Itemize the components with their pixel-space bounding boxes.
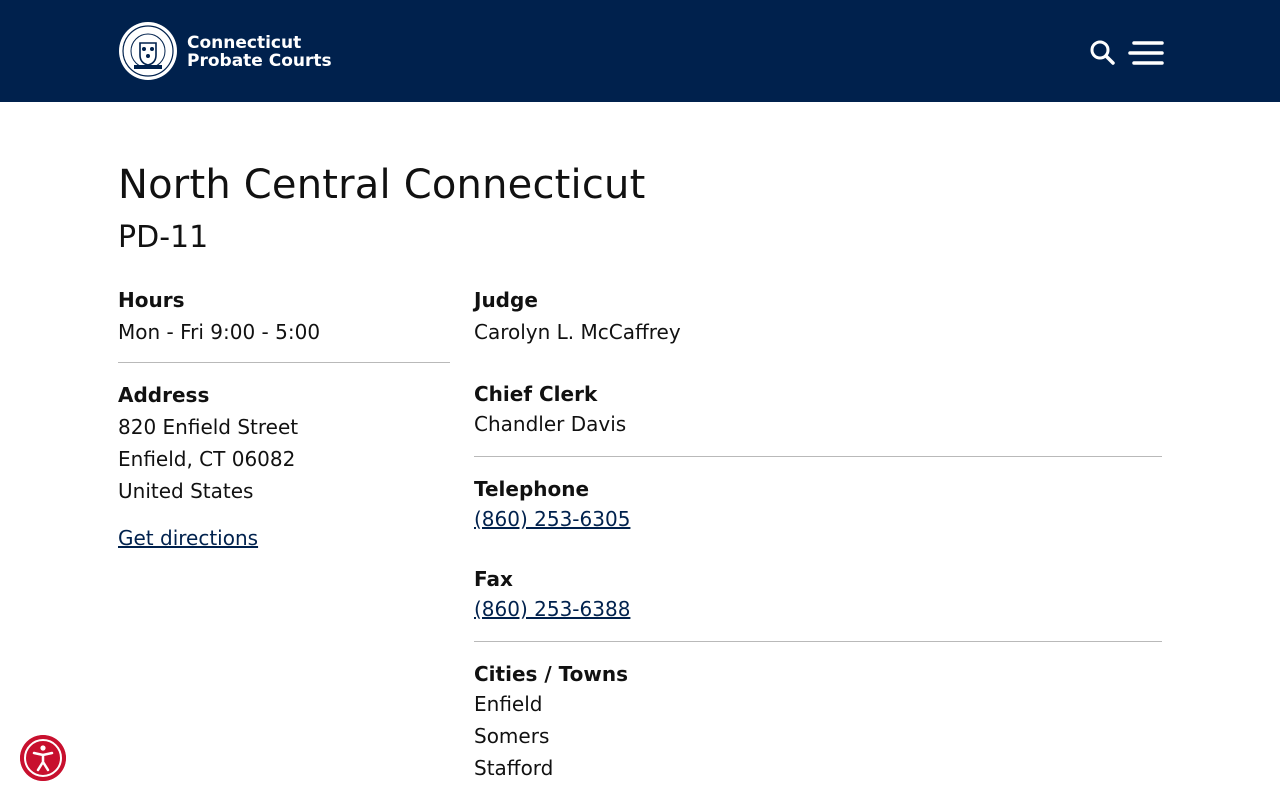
town-item: Stafford <box>474 756 554 780</box>
brand-line-1: Connecticut <box>187 33 302 53</box>
address-label: Address <box>118 383 210 407</box>
court-info-right: Judge Carolyn L. McCaffrey Chief Clerk C… <box>474 286 1162 784</box>
divider <box>118 362 450 363</box>
cities-towns-label: Cities / Towns <box>474 662 628 686</box>
search-icon[interactable] <box>1088 38 1116 66</box>
telephone-label: Telephone <box>474 477 590 501</box>
hamburger-menu-icon[interactable] <box>1128 38 1164 68</box>
telephone-link[interactable]: (860) 253-6305 <box>474 503 630 535</box>
get-directions-link[interactable]: Get directions <box>118 522 258 554</box>
address-line-1: 820 Enfield Street <box>118 415 299 439</box>
accessibility-icon[interactable] <box>20 735 66 781</box>
page-subtitle: PD-11 <box>118 220 209 255</box>
brand-line-2: Probate Courts <box>187 51 332 71</box>
court-info-left: Hours Mon - Fri 9:00 - 5:00 Address 820 … <box>118 286 450 554</box>
town-item: Somers <box>474 724 550 748</box>
hours-value: Mon - Fri 9:00 - 5:00 <box>118 320 321 344</box>
connecticut-seal-logo[interactable] <box>118 21 178 81</box>
town-item: Enfield <box>474 692 543 716</box>
fax-link[interactable]: (860) 253-6388 <box>474 593 630 625</box>
divider <box>474 456 1162 457</box>
judge-label: Judge <box>474 288 538 312</box>
page-title: North Central Connecticut <box>118 162 646 208</box>
site-brand[interactable]: Connecticut Probate Courts <box>187 34 332 70</box>
divider <box>474 641 1162 642</box>
chief-clerk-value: Chandler Davis <box>474 412 627 436</box>
address-line-2: Enfield, CT 06082 <box>118 447 296 471</box>
site-header: Connecticut Probate Courts <box>0 0 1280 102</box>
chief-clerk-label: Chief Clerk <box>474 382 598 406</box>
hours-label: Hours <box>118 288 185 312</box>
judge-value: Carolyn L. McCaffrey <box>474 320 681 344</box>
fax-label: Fax <box>474 567 513 591</box>
address-line-3: United States <box>118 479 254 503</box>
